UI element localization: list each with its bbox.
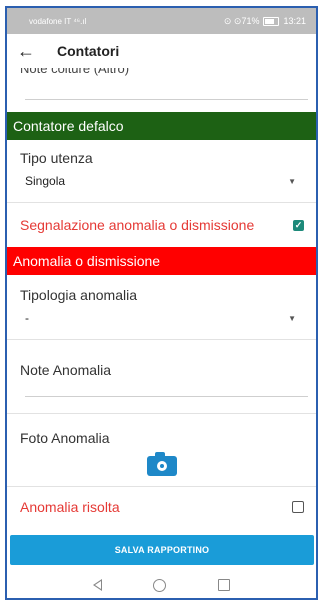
status-right: ⊙ ⊙71% 13:21 [224, 16, 306, 27]
section-header-defalco: Contatore defalco [7, 112, 316, 140]
status-icons: ⊙ ⊙71% [223, 15, 260, 26]
section-header-anomalia: Anomalia o dismissione [7, 247, 316, 275]
back-arrow-icon[interactable]: ← [17, 41, 43, 62]
anomalia-risolta-row[interactable]: Anomalia risolta [7, 487, 316, 527]
battery-icon [263, 16, 280, 26]
segnalazione-checkbox[interactable]: ✓ [293, 219, 304, 231]
segnalazione-row[interactable]: Segnalazione anomalia o dismissione ✓ [7, 203, 316, 247]
tipologia-label: Tipologia anomalia [20, 287, 137, 303]
anomalia-risolta-checkbox[interactable] [292, 501, 304, 513]
section-anomalia-label: Anomalia o dismissione [13, 253, 161, 269]
tipo-utenza-value: Singola [25, 174, 66, 188]
note-colture-label: Note colture (Altro) [20, 68, 130, 76]
nav-recent-icon[interactable] [218, 579, 231, 591]
note-anomalia-label: Note Anomalia [20, 362, 112, 378]
section-defalco-label: Contatore defalco [13, 118, 124, 134]
anomalia-risolta-label: Anomalia risolta [20, 499, 120, 515]
note-colture-input[interactable] [25, 93, 308, 100]
system-nav-bar [7, 565, 316, 598]
tipologia-value: - [25, 311, 29, 325]
foto-anomalia-label: Foto Anomalia [20, 430, 110, 446]
tipo-utenza-label: Tipo utenza [20, 150, 93, 166]
nav-home-icon[interactable] [153, 578, 167, 592]
dropdown-arrow-icon: ▼ [288, 313, 296, 323]
status-bar: vodafone IT ⁴⁶.ıl ⊙ ⊙71% 13:21 [7, 8, 316, 34]
clock: 13:21 [283, 16, 306, 26]
tipologia-select[interactable]: - ▼ [7, 311, 316, 325]
phone-screen: vodafone IT ⁴⁶.ıl ⊙ ⊙71% 13:21 ← Contato… [5, 6, 318, 600]
nav-back-icon[interactable] [92, 579, 102, 591]
page-title: Contatori [57, 43, 120, 59]
note-colture-label-clipped: Note colture (Altro) [7, 68, 316, 78]
note-anomalia-input[interactable] [25, 390, 308, 397]
save-button[interactable]: SALVA RAPPORTINO [10, 535, 314, 565]
segnalazione-label: Segnalazione anomalia o dismissione [20, 217, 255, 233]
dropdown-arrow-icon: ▼ [288, 176, 296, 186]
carrier-label: vodafone IT ⁴⁶.ıl [29, 16, 87, 26]
camera-icon[interactable] [146, 452, 177, 476]
tipo-utenza-select[interactable]: Singola ▼ [7, 174, 316, 188]
app-bar: ← Contatori [7, 34, 316, 68]
